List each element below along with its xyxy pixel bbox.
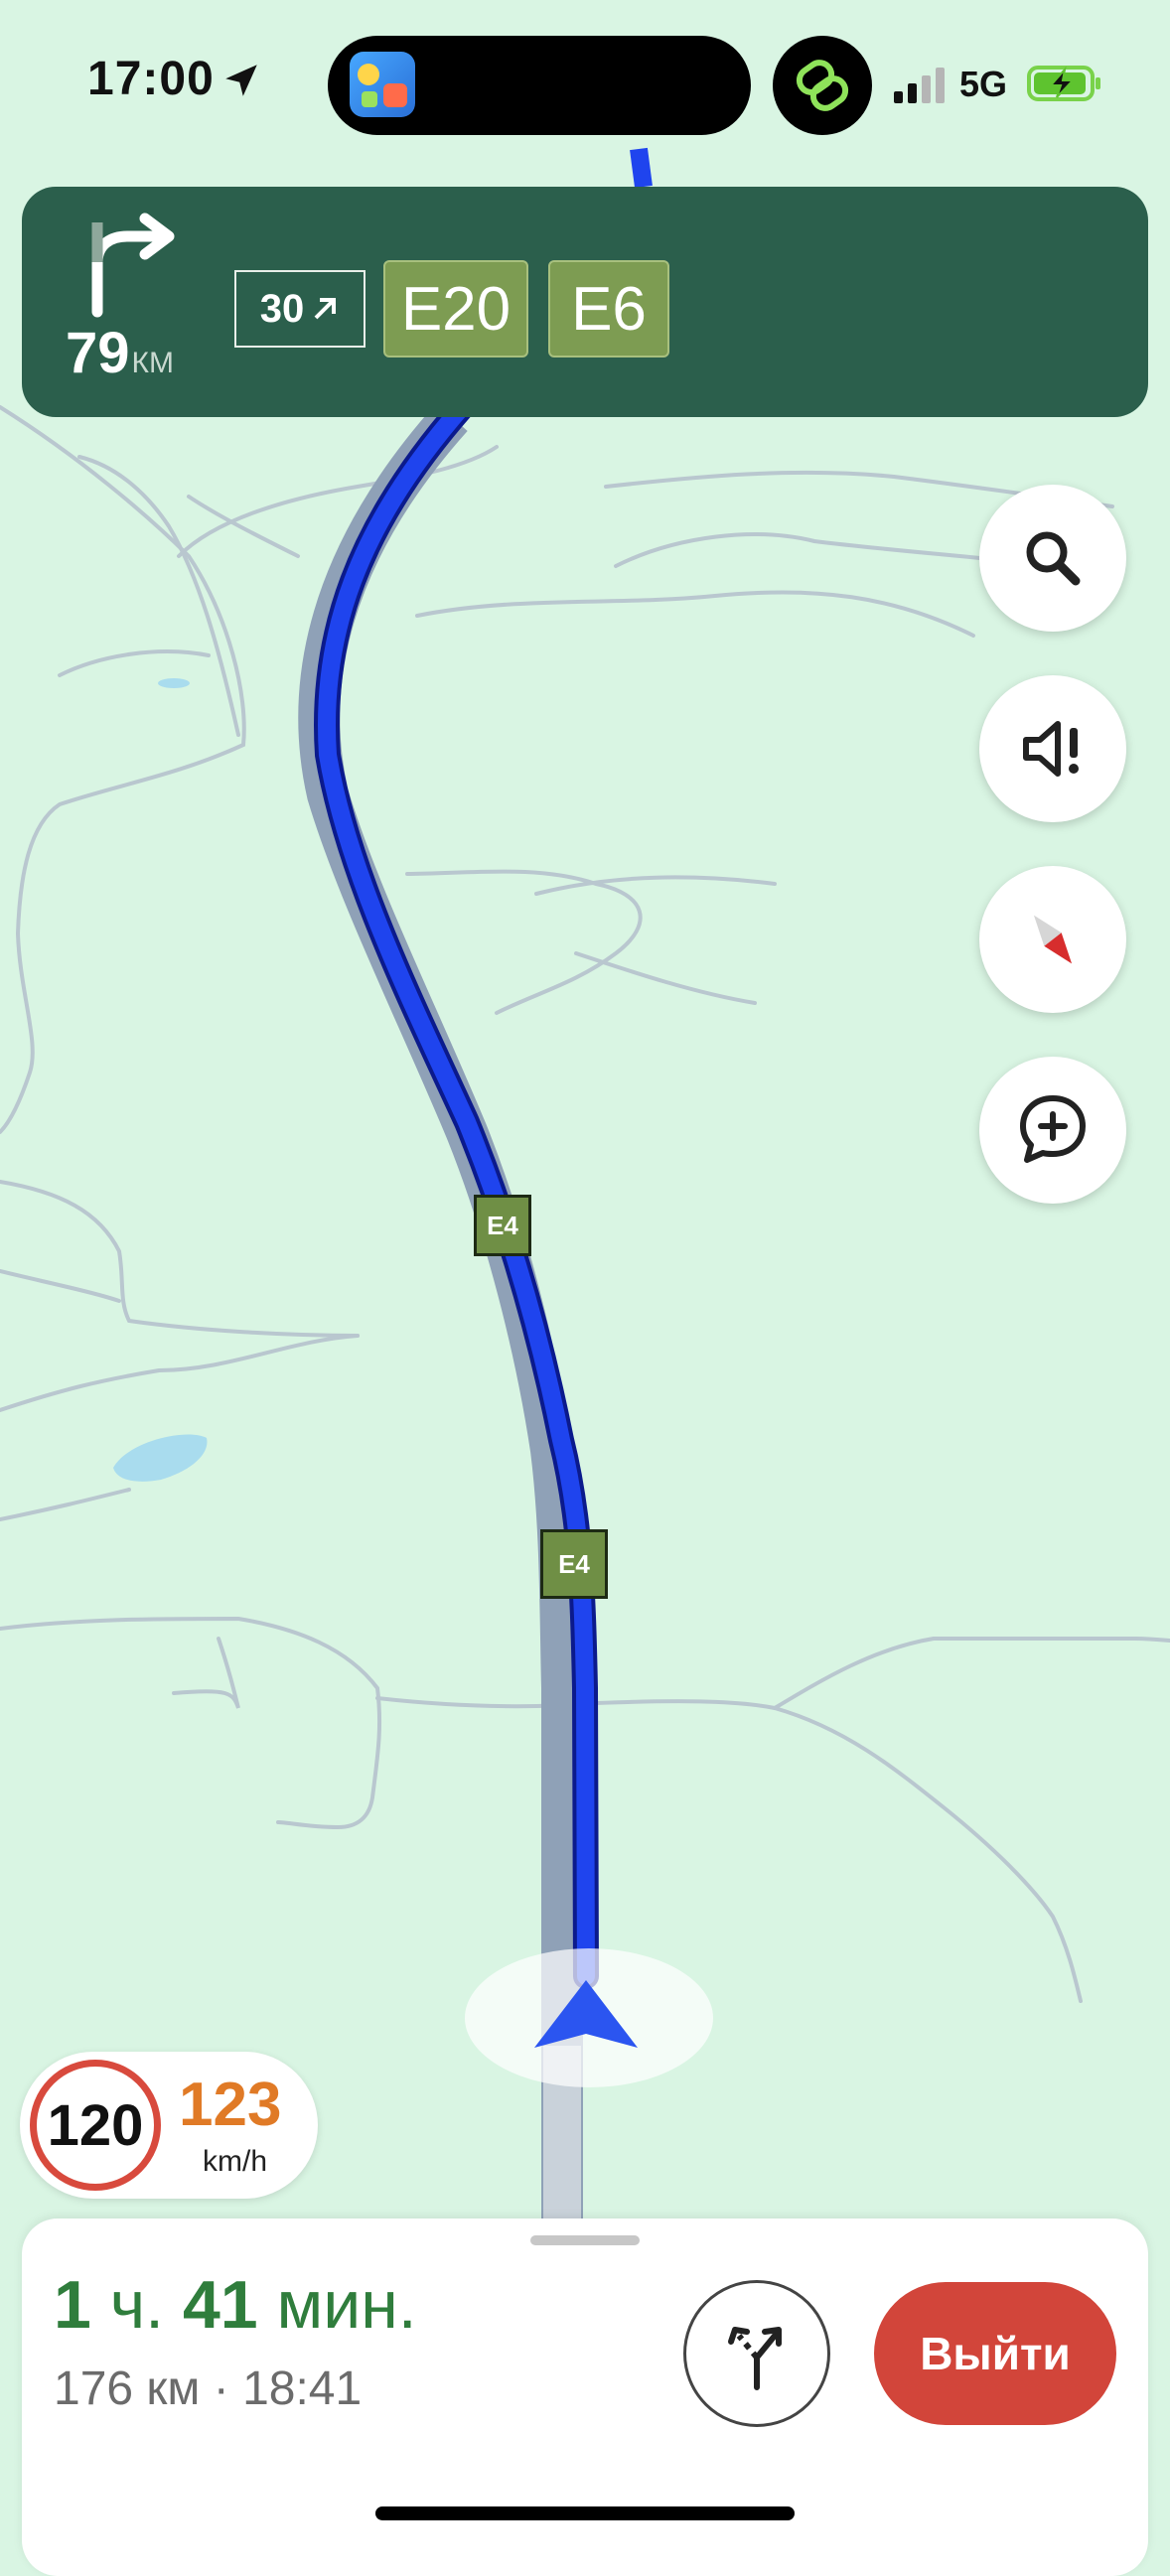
road-sign-e6: E6	[548, 260, 669, 358]
compass-button[interactable]	[979, 866, 1126, 1013]
maneuver-distance: 79КМ	[66, 320, 174, 386]
status-time: 17:00	[87, 53, 215, 105]
search-button[interactable]	[979, 485, 1126, 632]
cellular-signal-icon	[894, 68, 945, 103]
duration-hours: 1	[54, 2267, 91, 2343]
navigation-arrow-icon	[534, 1980, 638, 2048]
add-report-button[interactable]	[979, 1057, 1126, 1204]
road-shield: E4	[474, 1195, 531, 1256]
exit-number: 30	[259, 286, 305, 331]
current-speed: 123	[179, 2071, 282, 2139]
sheet-drag-handle[interactable]	[530, 2235, 640, 2245]
exit-sign: 30	[234, 270, 366, 348]
exit-arrow-icon	[314, 298, 337, 320]
status-bar: 17:00 5G	[0, 0, 1170, 169]
network-type: 5G	[959, 64, 1008, 104]
location-arrow-icon	[225, 65, 257, 96]
shared-link-indicator[interactable]	[773, 36, 872, 135]
exit-navigation-button[interactable]: Выйти	[874, 2282, 1116, 2425]
duration-minutes-unit: мин.	[276, 2267, 417, 2343]
route-fork-icon	[728, 2327, 782, 2390]
add-report-icon	[1020, 1095, 1086, 1163]
road-shield: E4	[540, 1529, 608, 1599]
app-thumbnail-icon[interactable]	[350, 52, 415, 117]
speed-limit-sign: 120	[30, 2060, 161, 2191]
speed-unit: km/h	[203, 2145, 268, 2178]
duration-minutes: 41	[182, 2267, 258, 2343]
duration-hours-unit: ч.	[109, 2267, 165, 2343]
sound-alerts-button[interactable]	[979, 675, 1126, 822]
battery-charging-icon	[1027, 66, 1100, 101]
turn-right-icon	[91, 213, 175, 318]
trip-distance-arrival: 176 км · 18:41	[54, 2362, 363, 2415]
search-icon	[1026, 531, 1081, 586]
distance-unit: КМ	[131, 347, 174, 379]
alternate-routes-button[interactable]	[683, 2280, 830, 2427]
distance-value: 79	[66, 321, 130, 385]
trip-duration: 1 ч. 41 мин.	[54, 2266, 417, 2344]
sound-alert-icon	[1023, 721, 1079, 777]
road-sign-e20: E20	[383, 260, 528, 358]
home-indicator[interactable]	[375, 2506, 795, 2520]
compass-icon	[1033, 915, 1073, 964]
link-icon	[796, 60, 849, 111]
